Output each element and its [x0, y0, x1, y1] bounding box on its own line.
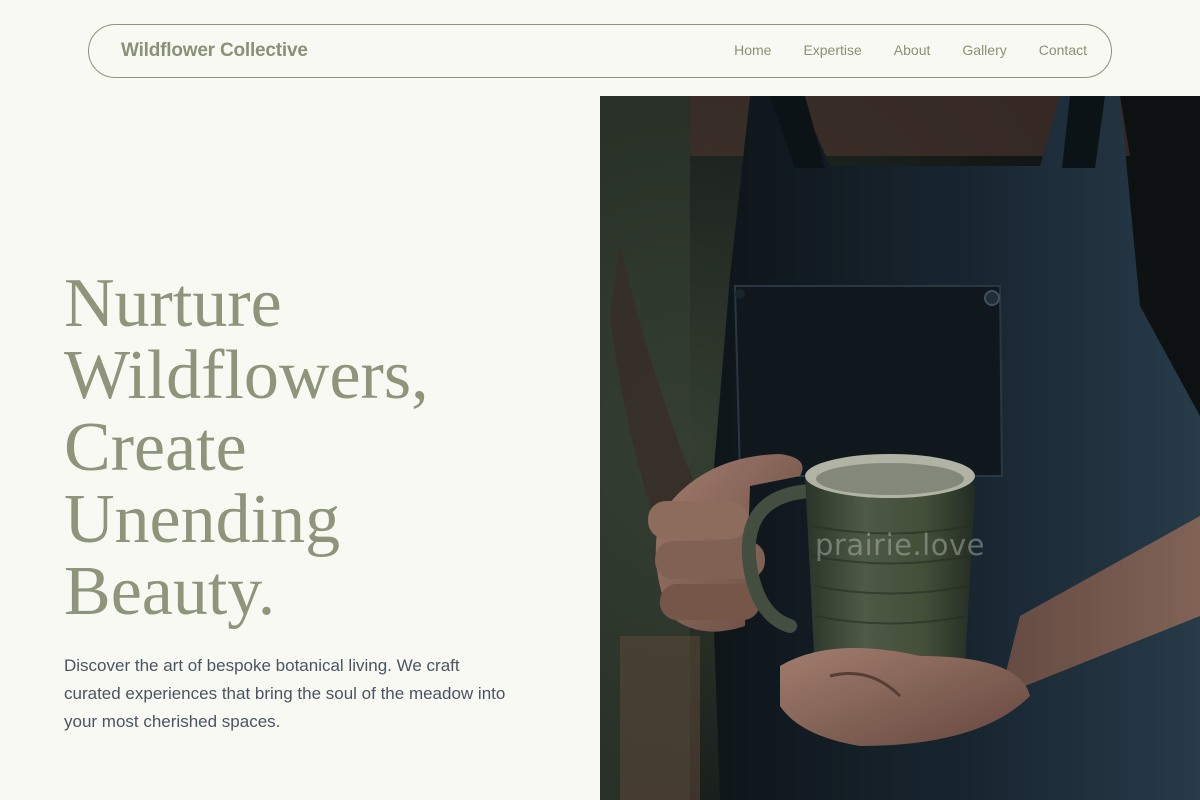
hero-title-line: Beauty. [64, 553, 276, 630]
nav-item-home: Home [734, 42, 771, 60]
nav-link-gallery[interactable]: Gallery [962, 42, 1006, 58]
nav-link-home[interactable]: Home [734, 42, 771, 58]
hero-photo: prairie.love [600, 96, 1200, 800]
hero-subtitle: Discover the art of bespoke botanical li… [64, 656, 506, 731]
hero-title-line: Wildflowers, [64, 337, 429, 414]
hero-title-line: Unending [64, 481, 341, 558]
hero-title-line: Create [64, 409, 247, 486]
top-navbar: Wildflower Collective Home Expertise Abo… [88, 24, 1112, 78]
landing-page: Wildflower Collective Home Expertise Abo… [0, 0, 1200, 800]
hero-title-line: Nurture [64, 265, 282, 342]
nav-link-contact[interactable]: Contact [1039, 42, 1087, 58]
nav-item-gallery: Gallery [962, 42, 1006, 60]
nav-item-contact: Contact [1039, 42, 1087, 60]
brand-logo-link[interactable]: Wildflower Collective [121, 40, 308, 62]
nav-link-expertise[interactable]: Expertise [803, 42, 861, 58]
nav-item-about: About [894, 42, 931, 60]
nav-item-expertise: Expertise [803, 42, 861, 60]
hero-title: Nurture Wildflowers, Create Unending Bea… [64, 268, 584, 628]
nav-link-about[interactable]: About [894, 42, 931, 58]
photo-person-holding-ceramic-mug-icon [600, 96, 1200, 800]
nav-links: Home Expertise About Gallery Contact [734, 42, 1087, 60]
